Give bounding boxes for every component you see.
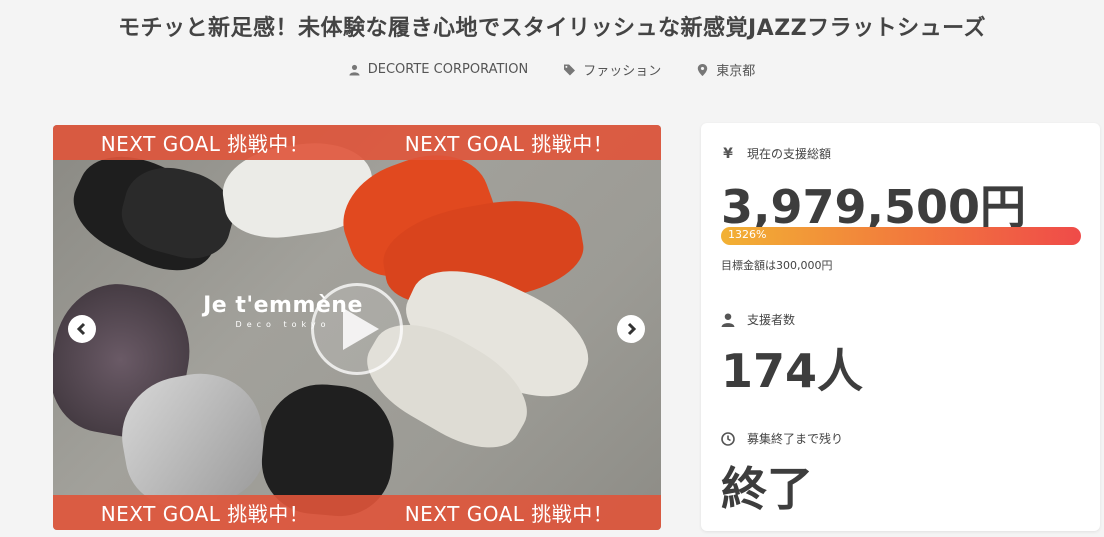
remaining-label: 募集終了まで残り [721, 430, 843, 447]
project-title: モチッと新足感！未体験な履き心地でスタイリッシュな新感覚JAZZフラットシューズ [117, 16, 987, 41]
remaining-value: 終了 [721, 462, 813, 516]
backers-label: 支援者数 [721, 311, 795, 328]
owner-link[interactable]: DECORTE CORPORATION [349, 60, 528, 79]
next-goal-banner-bottom: NEXT GOAL 挑戦中！ NEXT GOAL 挑戦中！ [53, 495, 661, 530]
yen-icon: ¥ [723, 145, 733, 162]
total-funding-label-text: 現在の支援総額 [747, 147, 832, 161]
clock-icon [721, 431, 735, 446]
backers-label-text: 支援者数 [747, 313, 796, 327]
slider-next-button[interactable] [617, 315, 645, 343]
slider-prev-button[interactable] [68, 315, 96, 343]
banner-text: NEXT GOAL 挑戦中！ [404, 502, 614, 526]
category-link[interactable]: ファッション [564, 60, 661, 79]
project-media-slider[interactable]: NEXT GOAL 挑戦中！ NEXT GOAL 挑戦中！ Je t'emmèn… [53, 125, 661, 530]
user-icon [721, 312, 735, 327]
location-link[interactable]: 東京都 [697, 60, 755, 79]
goal-amount: 目標金額は300,000円 [721, 259, 833, 272]
banner-text: NEXT GOAL 挑戦中！ [100, 132, 310, 156]
next-goal-banner-top: NEXT GOAL 挑戦中！ NEXT GOAL 挑戦中！ [53, 125, 661, 160]
tag-icon [564, 64, 576, 75]
banner-text: NEXT GOAL 挑戦中！ [100, 502, 310, 526]
owner-name: DECORTE CORPORATION [367, 62, 529, 77]
funding-progress-bar: 1326% [721, 227, 1081, 245]
backers-value: 174人 [721, 344, 864, 398]
project-meta: DECORTE CORPORATION ファッション 東京都 [0, 60, 1104, 79]
map-marker-icon [698, 63, 708, 76]
play-video-button[interactable] [311, 283, 403, 375]
location-name: 東京都 [716, 64, 756, 79]
chevron-left-icon [76, 322, 86, 336]
remaining-label-text: 募集終了まで残り [747, 432, 844, 446]
play-icon [343, 308, 379, 350]
banner-text: NEXT GOAL 挑戦中！ [404, 132, 614, 156]
funding-progress-text: 1326% [728, 228, 767, 241]
total-funding-label: ¥ 現在の支援総額 [721, 145, 831, 162]
funding-stats-panel: ¥ 現在の支援総額 3,979,500円 1326% 目標金額は300,000円… [701, 123, 1100, 531]
user-icon [349, 64, 360, 75]
category-name: ファッション [583, 64, 662, 79]
chevron-right-icon [627, 322, 637, 336]
